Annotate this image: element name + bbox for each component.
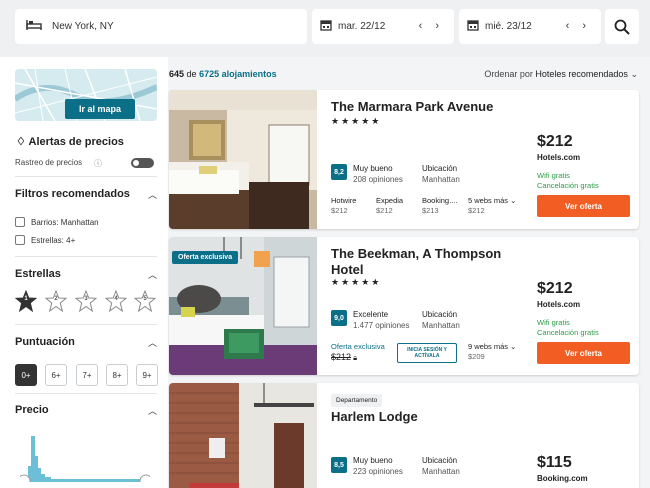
price-tracking-label: Rastreo de precios — [15, 158, 83, 167]
calendar-icon — [467, 19, 479, 34]
view-deal-button[interactable]: Ver oferta — [537, 195, 630, 217]
filter-manhattan-label: Barrios: Manhattan — [31, 218, 99, 227]
info-icon: ⓘ — [94, 159, 102, 168]
hotel-price: $115 — [537, 454, 572, 471]
price-provider: Hotels.com — [537, 153, 581, 162]
price-title[interactable]: Precio — [15, 404, 49, 416]
checkin-field[interactable]: mar. 22/12 ‹ › — [312, 9, 454, 44]
rating-text: Muy bueno 208 opiniones — [353, 164, 403, 184]
hotel-photo[interactable] — [169, 90, 317, 229]
rating-filter-8[interactable]: 8+ — [106, 364, 128, 386]
map-preview[interactable]: Ir al mapa — [15, 69, 157, 121]
rating-filter-9[interactable]: 9+ — [136, 364, 158, 386]
exclusive-offer[interactable]: Oferta exclusiva $212 🔒︎ — [331, 342, 385, 363]
rating-text: Excelente 1.477 opiniones — [353, 310, 410, 330]
hotel-stars: ★★★★★ — [331, 116, 382, 126]
checkout-value: mié. 23/12 — [485, 21, 532, 32]
more-offers[interactable]: 9 webs más ⌄ $209 — [468, 342, 516, 362]
hotel-name[interactable]: Harlem Lodge — [331, 409, 418, 425]
results-count: 645 de 6725 alojamientos — [169, 69, 277, 79]
lock-icon: 🔒︎ — [353, 353, 358, 362]
filters-sidebar: Ir al mapa ♢ Alertas de precios Rastreo … — [0, 57, 168, 488]
rating-badge: 8,2 — [331, 164, 347, 180]
hotel-card[interactable]: The Marmara Park Avenue ★★★★★ 8,2 Muy bu… — [169, 90, 639, 229]
divider — [15, 176, 157, 177]
star-filter-2[interactable]: 2 — [44, 289, 68, 313]
location-text: Ubicación Manhattan — [422, 164, 460, 184]
star-filter-1[interactable]: 1 — [14, 289, 38, 313]
location-text: Ubicación Manhattan — [422, 310, 460, 330]
price-histogram[interactable] — [20, 434, 150, 482]
checkin-value: mar. 22/12 — [338, 21, 386, 32]
price-provider: Hotels.com — [537, 300, 581, 309]
checkin-arrows[interactable]: ‹ › — [419, 20, 444, 32]
signin-activate-button[interactable]: INICIA SESIÓN Y ACTÍVALA — [397, 343, 457, 363]
chevron-up-icon[interactable]: ︿ — [148, 188, 157, 201]
hotel-photo[interactable] — [169, 383, 317, 488]
destination-field[interactable]: New York, NY — [15, 9, 307, 44]
rating-title[interactable]: Puntuación — [15, 336, 75, 348]
search-button[interactable] — [605, 9, 639, 44]
divider — [15, 256, 157, 257]
star-filter-4[interactable]: 4 — [104, 289, 128, 313]
search-bar: New York, NY mar. 22/12 ‹ › mié. 23/12 ‹… — [0, 0, 650, 57]
star-filter-3[interactable]: 3 — [74, 289, 98, 313]
offer-expedia[interactable]: Expedia $212 — [376, 196, 403, 216]
hotel-name[interactable]: The Marmara Park Avenue — [331, 99, 493, 115]
recommended-filters-title[interactable]: Filtros recomendados — [15, 188, 130, 200]
stars-title[interactable]: Estrellas — [15, 268, 61, 280]
open-map-button[interactable]: Ir al mapa — [65, 99, 135, 119]
chevron-up-icon[interactable]: ︿ — [148, 336, 157, 349]
hotel-perks: Wifi gratis Cancelación gratis — [537, 318, 599, 337]
hotel-perks: Wifi gratis Cancelación gratis — [537, 171, 599, 190]
rating-badge: 9,0 — [331, 310, 347, 326]
offer-booking[interactable]: Booking.... $213 — [422, 196, 457, 216]
chevron-up-icon[interactable]: ︿ — [148, 268, 157, 281]
view-deal-button[interactable]: Ver oferta — [537, 342, 630, 364]
more-offers[interactable]: 5 webs más ⌄ $212 — [468, 196, 516, 216]
sort-dropdown[interactable]: Ordenar por Hoteles recomendados ⌄ — [484, 69, 638, 80]
rating-filter-7[interactable]: 7+ — [76, 364, 98, 386]
bed-icon — [26, 19, 42, 34]
range-handle-max — [139, 474, 150, 482]
exclusive-offer-badge: Oferta exclusiva — [172, 251, 239, 264]
property-type-tag: Departamento — [331, 394, 383, 407]
rating-badge: 8,5 — [331, 457, 347, 473]
hotel-price: $212 — [537, 133, 573, 150]
hotel-name[interactable]: The Beekman, A Thompson Hotel — [331, 246, 501, 278]
rating-filter-6[interactable]: 6+ — [45, 364, 67, 386]
price-provider: Booking.com — [537, 474, 588, 483]
checkbox-manhattan[interactable] — [15, 217, 25, 227]
price-alerts-title[interactable]: ♢ Alertas de precios — [16, 135, 124, 148]
chevron-down-icon: ⌄ — [630, 69, 638, 79]
chevron-up-icon[interactable]: ︿ — [148, 404, 157, 417]
rating-filter-0[interactable]: 0+ — [15, 364, 37, 386]
divider — [15, 393, 157, 394]
hotel-card[interactable]: Departamento Harlem Lodge 8,5 Muy bueno … — [169, 383, 639, 488]
destination-value: New York, NY — [52, 21, 114, 32]
offer-hotwire[interactable]: Hotwire $212 — [331, 196, 356, 216]
location-text: Ubicación Manhattan — [422, 456, 460, 476]
rating-text: Muy bueno 223 opiniones — [353, 456, 403, 476]
calendar-icon — [320, 19, 332, 34]
filter-stars-label: Estrellas: 4+ — [31, 236, 76, 245]
checkbox-stars[interactable] — [15, 235, 25, 245]
price-tracking-toggle[interactable] — [131, 158, 154, 168]
hotel-price: $212 — [537, 280, 573, 297]
checkout-field[interactable]: mié. 23/12 ‹ › — [459, 9, 601, 44]
search-icon — [614, 19, 630, 35]
star-filter-5[interactable]: 5 — [133, 289, 157, 313]
hotel-card[interactable]: Oferta exclusiva The Beekman, A Thompson… — [169, 237, 639, 375]
divider — [15, 324, 157, 325]
hotel-stars: ★★★★★ — [331, 277, 382, 287]
bell-icon: ♢ — [16, 136, 26, 148]
checkout-arrows[interactable]: ‹ › — [566, 20, 591, 32]
